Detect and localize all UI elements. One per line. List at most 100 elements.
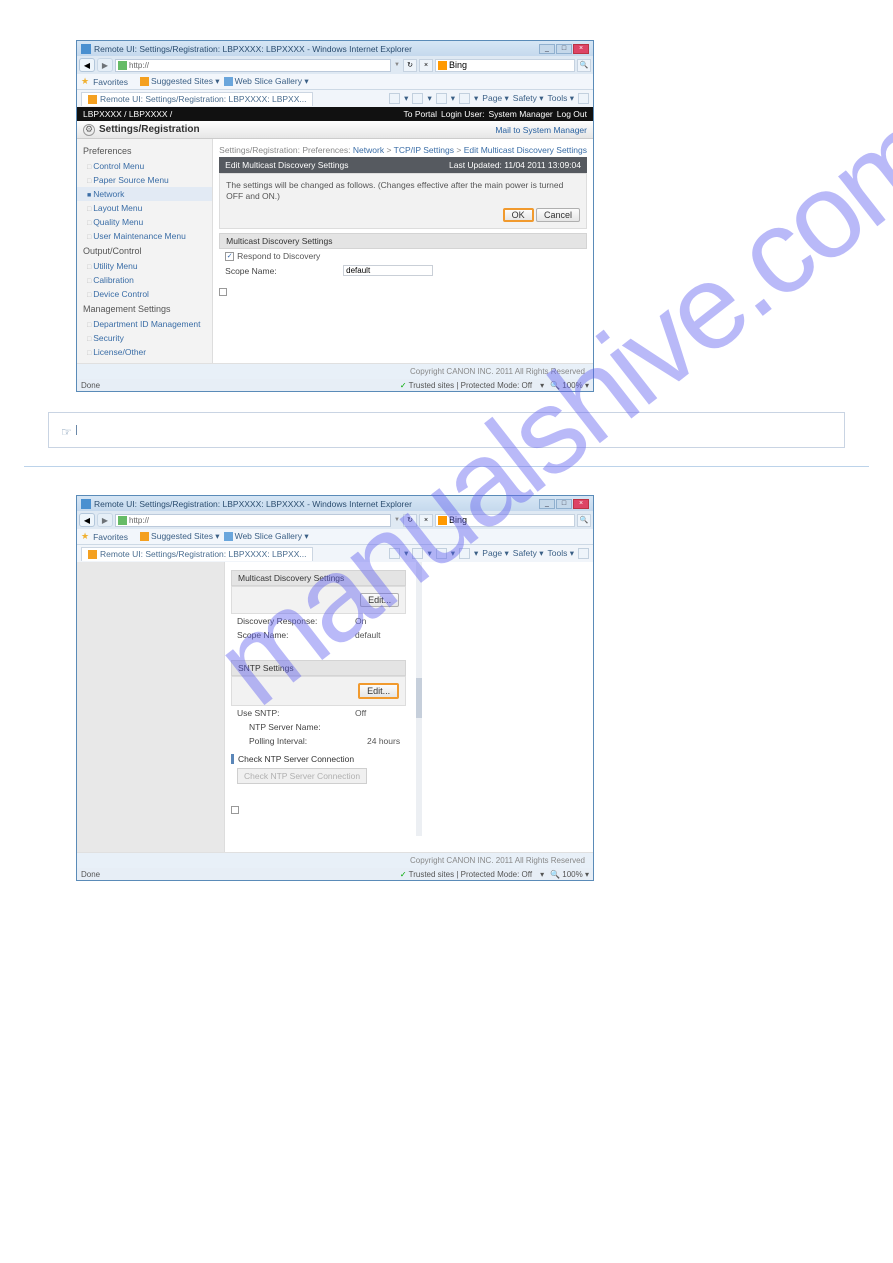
cancel-button[interactable]: Cancel	[536, 208, 580, 222]
check-ntp-header: Check NTP Server Connection	[231, 754, 406, 764]
search-engine-name: Bing	[449, 60, 467, 70]
webslice-icon	[224, 532, 233, 541]
sntp-section-header: SNTP Settings	[231, 660, 406, 676]
sidebar-item-utility-menu[interactable]: Utility Menu	[77, 259, 212, 273]
tools-menu[interactable]: Tools ▾	[548, 548, 574, 559]
address-dropdown[interactable]: ▼	[393, 62, 401, 68]
page-menu[interactable]: Page ▾	[482, 548, 508, 559]
favorites-label: Favorites	[93, 532, 128, 542]
close-button[interactable]: ×	[573, 44, 589, 54]
multicast-section-header: Multicast Discovery Settings	[231, 570, 406, 586]
close-button[interactable]: ×	[573, 499, 589, 509]
sidebar-item-control-menu[interactable]: Control Menu	[77, 159, 212, 173]
back-button[interactable]: ◀	[79, 58, 95, 72]
feed-icon[interactable]	[412, 93, 423, 104]
zoom-level[interactable]: 🔍 100% ▾	[550, 381, 589, 390]
forward-button[interactable]: ▶	[97, 513, 113, 527]
mail-icon[interactable]	[436, 93, 447, 104]
web-slice-link[interactable]: Web Slice Gallery ▾	[224, 531, 309, 542]
logout-link[interactable]: Log Out	[557, 109, 587, 119]
favorites-bar: ★ Favorites Suggested Sites ▾ Web Slice …	[77, 529, 593, 545]
sidebar-item-user-maintenance[interactable]: User Maintenance Menu	[77, 229, 212, 243]
favorites-star-icon[interactable]: ★	[81, 76, 89, 87]
safety-menu[interactable]: Safety ▾	[513, 93, 544, 104]
print-icon[interactable]	[459, 93, 470, 104]
zoom-dropdown-icon[interactable]: ▾	[540, 381, 544, 390]
address-field[interactable]: http://	[115, 59, 391, 72]
tab-title: Remote UI: Settings/Registration: LBPXXX…	[100, 549, 306, 559]
feed-icon[interactable]	[412, 548, 423, 559]
sidebar-item-paper-source[interactable]: Paper Source Menu	[77, 173, 212, 187]
check-ntp-button[interactable]: Check NTP Server Connection	[237, 768, 367, 784]
edit-panel-title: Edit Multicast Discovery Settings	[225, 160, 348, 170]
pointing-hand-icon: ☞	[61, 425, 77, 435]
stop-button[interactable]: ×	[419, 514, 433, 527]
suggested-icon	[140, 77, 149, 86]
stop-button[interactable]: ×	[419, 59, 433, 72]
respond-checkbox[interactable]	[225, 252, 234, 261]
browser-tab[interactable]: Remote UI: Settings/Registration: LBPXXX…	[81, 547, 313, 561]
ntp-server-row: NTP Server Name:	[231, 720, 406, 734]
browser-tab[interactable]: Remote UI: Settings/Registration: LBPXXX…	[81, 92, 313, 106]
scrollbar-thumb[interactable]	[416, 678, 422, 718]
sidebar-item-layout-menu[interactable]: Layout Menu	[77, 201, 212, 215]
minimize-button[interactable]: _	[539, 44, 555, 54]
sntp-edit-button[interactable]: Edit...	[358, 683, 399, 699]
zoom-dropdown-icon[interactable]: ▾	[540, 870, 544, 879]
mail-icon[interactable]	[436, 548, 447, 559]
address-field[interactable]: http://	[115, 514, 391, 527]
print-icon[interactable]	[459, 548, 470, 559]
forward-button[interactable]: ▶	[97, 58, 113, 72]
edit-panel-header: Edit Multicast Discovery Settings Last U…	[219, 157, 587, 173]
minimize-button[interactable]: _	[539, 499, 555, 509]
search-go-button[interactable]: 🔍	[577, 59, 591, 72]
trust-check-icon: ✓	[400, 381, 407, 390]
back-to-top-icon[interactable]	[231, 806, 239, 814]
scope-input[interactable]	[343, 265, 433, 276]
search-box[interactable]: Bing	[435, 514, 575, 527]
help-icon[interactable]	[578, 548, 589, 559]
tools-menu[interactable]: Tools ▾	[548, 93, 574, 104]
to-portal-link[interactable]: To Portal	[403, 109, 437, 119]
zoom-level[interactable]: 🔍 100% ▾	[550, 870, 589, 879]
window-favicon	[81, 499, 91, 509]
sidebar-item-calibration[interactable]: Calibration	[77, 273, 212, 287]
web-slice-link[interactable]: Web Slice Gallery ▾	[224, 76, 309, 87]
sidebar-item-quality-menu[interactable]: Quality Menu	[77, 215, 212, 229]
refresh-button[interactable]: ↻	[403, 59, 417, 72]
home-icon[interactable]	[389, 93, 400, 104]
back-button[interactable]: ◀	[79, 513, 95, 527]
trust-check-icon: ✓	[400, 870, 407, 879]
title-bar: Remote UI: Settings/Registration: LBPXXX…	[77, 41, 593, 56]
home-icon[interactable]	[389, 548, 400, 559]
ok-button[interactable]: OK	[503, 208, 534, 222]
search-box[interactable]: Bing	[435, 59, 575, 72]
sidebar-item-department-id[interactable]: Department ID Management	[77, 317, 212, 331]
back-to-top-icon[interactable]	[219, 288, 227, 296]
suggested-sites-link[interactable]: Suggested Sites ▾	[140, 76, 220, 87]
sidebar-item-security[interactable]: Security	[77, 331, 212, 345]
favorites-star-icon[interactable]: ★	[81, 531, 89, 542]
maximize-button[interactable]: □	[556, 499, 572, 509]
maximize-button[interactable]: □	[556, 44, 572, 54]
address-toolbar: ◀ ▶ http:// ▼ ↻ × Bing 🔍	[77, 511, 593, 529]
last-updated: Last Updated: 11/04 2011 13:09:04	[449, 160, 581, 170]
safety-menu[interactable]: Safety ▾	[513, 548, 544, 559]
bing-icon	[438, 516, 447, 525]
browser-window-2: Remote UI: Settings/Registration: LBPXXX…	[76, 495, 594, 881]
multicast-edit-button[interactable]: Edit...	[360, 593, 399, 607]
browser-window-1: Remote UI: Settings/Registration: LBPXXX…	[76, 40, 594, 392]
sidebar-item-license-other[interactable]: License/Other	[77, 345, 212, 359]
status-trusted: Trusted sites | Protected Mode: Off	[409, 381, 532, 390]
favorites-bar: ★ Favorites Suggested Sites ▾ Web Slice …	[77, 74, 593, 90]
mail-system-manager-link[interactable]: Mail to System Manager	[495, 125, 587, 135]
search-go-button[interactable]: 🔍	[577, 514, 591, 527]
help-icon[interactable]	[578, 93, 589, 104]
copyright-footer: Copyright CANON INC. 2011 All Rights Res…	[77, 852, 593, 868]
refresh-button[interactable]: ↻	[403, 514, 417, 527]
sidebar-item-device-control[interactable]: Device Control	[77, 287, 212, 301]
suggested-sites-link[interactable]: Suggested Sites ▾	[140, 531, 220, 542]
sidebar-item-network[interactable]: Network	[77, 187, 212, 201]
address-dropdown[interactable]: ▼	[393, 517, 401, 523]
page-menu[interactable]: Page ▾	[482, 93, 508, 104]
